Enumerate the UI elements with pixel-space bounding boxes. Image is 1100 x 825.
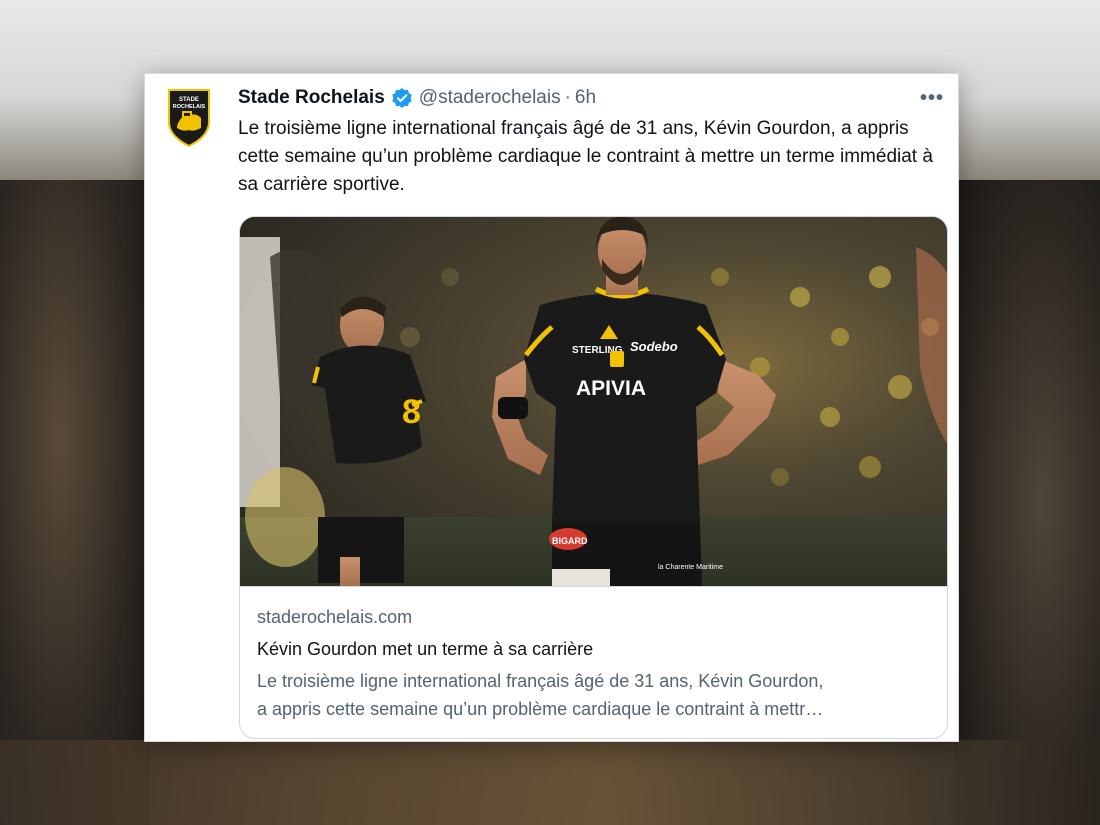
background-blur-left: [0, 180, 150, 825]
link-preview-card[interactable]: 8 STERLING Sodebo APIVIA BIGARD la Chare…: [239, 216, 948, 739]
background-blur-right: [955, 180, 1100, 825]
sponsor-chest-right: Sodebo: [630, 339, 678, 354]
separator-dot: ·: [564, 87, 571, 108]
avatar[interactable]: STADE ROCHELAIS: [165, 88, 213, 148]
link-description: Le troisième ligne international françai…: [257, 667, 937, 723]
link-description-line: Le troisième ligne international françai…: [257, 671, 824, 691]
club-crest-icon: STADE ROCHELAIS: [168, 89, 210, 148]
tweet-header: Stade Rochelais @staderochelais · 6h: [238, 86, 944, 110]
shorts-text: la Charente Maritime: [658, 564, 723, 571]
crest-text-line1: STADE: [179, 97, 199, 103]
link-domain: staderochelais.com: [257, 607, 413, 627]
jersey-number: 8: [402, 393, 421, 431]
tweet-card[interactable]: STADE ROCHELAIS Stade Rochelais @stadero…: [144, 73, 959, 742]
link-preview-image: 8 STERLING Sodebo APIVIA BIGARD la Chare…: [240, 217, 947, 586]
link-title: Kévin Gourdon met un terme à sa carrière: [257, 639, 594, 659]
link-preview-meta[interactable]: staderochelais.com Kévin Gourdon met un …: [240, 586, 947, 738]
user-handle[interactable]: @staderochelais: [419, 86, 561, 110]
verified-badge-icon: [391, 87, 413, 109]
crest-text-line2: ROCHELAIS: [173, 104, 206, 110]
background-blur-bottom: [0, 740, 1100, 825]
tweet-timestamp[interactable]: 6h: [575, 86, 596, 110]
display-name[interactable]: Stade Rochelais: [238, 86, 385, 110]
more-options-icon[interactable]: •••: [918, 84, 946, 112]
sponsor-shorts: BIGARD: [552, 536, 588, 546]
link-description-line: a appris cette semaine qu’un problème ca…: [257, 699, 824, 719]
sponsor-main: APIVIA: [576, 377, 646, 400]
tweet-text: Le troisième ligne international françai…: [238, 118, 933, 195]
